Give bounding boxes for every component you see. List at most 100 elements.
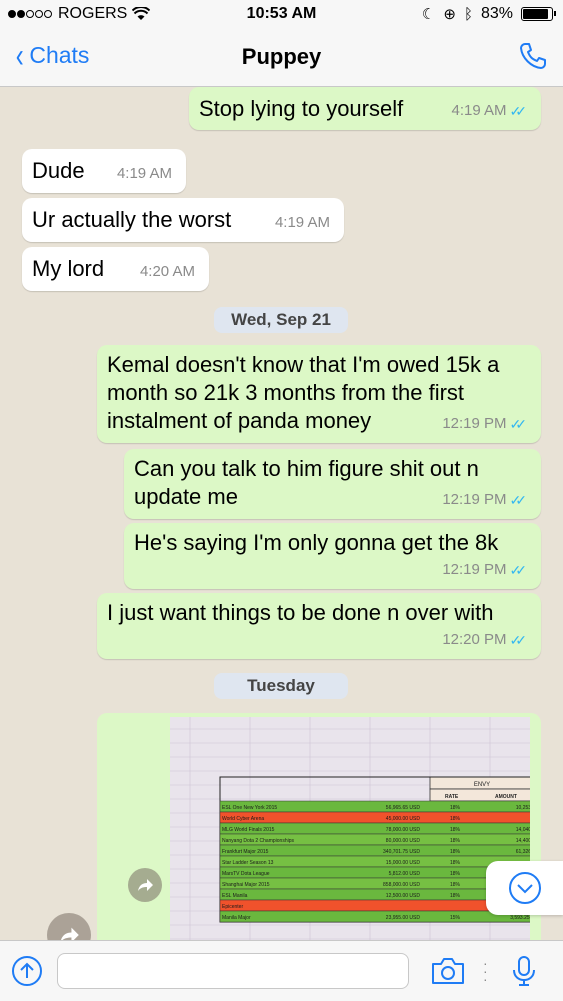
- sheet-cell: 61,326.31: [516, 849, 530, 855]
- sheet-cell: MarsTV Dota League: [222, 871, 270, 877]
- sheet-cell: Manila Major: [222, 915, 251, 921]
- share-arrow-icon: [138, 879, 153, 891]
- message-time: 12:19 PM: [442, 561, 507, 578]
- microphone-button[interactable]: [511, 955, 537, 992]
- message-bubble-outgoing[interactable]: He's saying I'm only gonna get the 8k 12…: [124, 523, 541, 589]
- forward-button[interactable]: [47, 913, 91, 940]
- message-text: I just want things to be done n over wit…: [107, 600, 494, 625]
- battery-percent: 83%: [480, 5, 513, 22]
- date-separator: Tuesday: [214, 673, 348, 699]
- status-bar: ROGERS 10:53 AM ☾ ⊕ ᛒ 83%: [0, 0, 563, 30]
- sheet-cell: 56,965.65 USD: [386, 805, 421, 811]
- sheet-cell: 18%: [450, 838, 461, 844]
- sheet-cell: 15%: [450, 915, 461, 921]
- message-time: 4:20 AM: [139, 263, 195, 280]
- sheet-row: [219, 888, 530, 901]
- message-bubble-outgoing[interactable]: Can you talk to him figure shit out n up…: [124, 449, 541, 519]
- spreadsheet-image: ENVY RATE AMOUNT ESL One New York 2015 56,96…: [170, 717, 530, 940]
- sheet-cell: 14,400.00: [516, 838, 530, 844]
- sheet-cell: Shanghai Major 2015: [222, 882, 270, 888]
- message-bubble-incoming[interactable]: Dude 4:19 AM: [22, 149, 186, 193]
- sheet-column-label: AMOUNT: [495, 794, 517, 800]
- sheet-cell: MLG World Finals 2015: [222, 827, 275, 833]
- sheet-cell: Star Ladder Season 13: [222, 860, 274, 866]
- camera-icon: [432, 958, 464, 984]
- sheet-cell: 340,701.75 USD: [383, 849, 420, 855]
- message-text: Dude: [32, 158, 85, 183]
- sheet-group-label: ENVY: [474, 782, 490, 788]
- message-text: My lord: [32, 256, 105, 281]
- spreadsheet-photo[interactable]: ENVY RATE AMOUNT ESL One New York 2015 56,96…: [170, 717, 530, 940]
- sheet-cell: 18%: [450, 827, 461, 833]
- read-receipt-icon: ✓✓: [509, 103, 528, 119]
- sheet-row: [219, 910, 530, 923]
- sheet-cell: 5,812.00 USD: [389, 871, 421, 877]
- message-bubble-incoming[interactable]: Ur actually the worst 4:19 AM: [22, 198, 344, 242]
- sheet-cell: 18%: [450, 871, 461, 877]
- camera-button[interactable]: [430, 956, 466, 991]
- battery-icon: [521, 7, 556, 21]
- message-time: 12:20 PM: [442, 631, 507, 648]
- message-text: Stop lying to yourself: [199, 96, 404, 121]
- read-receipt-icon: ✓✓: [509, 632, 528, 648]
- call-button[interactable]: [517, 40, 549, 77]
- sheet-cell: World Cyber Arena: [222, 816, 264, 822]
- sheet-cell: 45,000.00 USD: [386, 816, 421, 822]
- sheet-cell: 12,500.00 USD: [386, 893, 421, 899]
- sheet-row: [219, 811, 530, 824]
- message-time: 12:19 PM: [442, 415, 507, 432]
- attach-button[interactable]: [11, 955, 43, 992]
- sheet-cell: Nanyang Dota 2 Championships: [222, 838, 294, 844]
- more-options-icon[interactable]: · · ·: [483, 956, 488, 986]
- moon-icon: ☾: [421, 6, 436, 23]
- sheet-cell: Frankfurt Major 2015: [222, 849, 269, 855]
- message-time: 4:19 AM: [274, 214, 330, 231]
- sheet-cell: 78,000.00 USD: [386, 827, 421, 833]
- read-receipt-icon: ✓✓: [509, 416, 528, 432]
- date-separator: Wed, Sep 21: [214, 307, 348, 333]
- sheet-cell: 3,593.25 US: [510, 915, 530, 921]
- share-arrow-icon: [61, 927, 79, 940]
- sheet-cell: 10,253.82: [516, 805, 530, 811]
- message-time: 4:19 AM: [116, 165, 172, 182]
- sheet-cell: ESL Manila: [222, 893, 248, 899]
- phone-icon: [520, 43, 546, 69]
- message-list[interactable]: Stop lying to yourself 4:19 AM ✓✓ Dude 4:…: [0, 87, 563, 940]
- sheet-cell: 18%: [450, 860, 461, 866]
- message-bubble-outgoing[interactable]: Stop lying to yourself 4:19 AM ✓✓: [189, 87, 541, 130]
- message-time: 12:19 PM: [442, 491, 507, 508]
- sheet-cell: 858,000.00 USD: [383, 882, 420, 888]
- bluetooth-icon: ᛒ: [463, 5, 473, 23]
- sheet-row: [219, 899, 530, 912]
- chat-header: ‹ Chats Puppey: [0, 30, 563, 87]
- message-text: He's saying I'm only gonna get the 8k: [134, 530, 499, 555]
- sheet-cell: 18%: [450, 805, 461, 811]
- read-receipt-icon: ✓✓: [509, 492, 528, 508]
- chevron-down-icon: [508, 872, 541, 904]
- sheet-cell: 23,955.00 USD: [386, 915, 421, 921]
- sheet-cell: 18%: [450, 849, 461, 855]
- contact-name[interactable]: Puppey: [0, 44, 563, 70]
- upload-icon: [12, 956, 42, 986]
- message-bubble-incoming[interactable]: My lord 4:20 AM: [22, 247, 209, 291]
- sheet-cell: ESL One New York 2015: [222, 805, 277, 811]
- scroll-to-bottom-button[interactable]: [486, 861, 563, 915]
- message-text: Can you talk to him figure shit out n up…: [134, 456, 479, 509]
- rotation-lock-icon: ⊕: [443, 6, 456, 23]
- image-message[interactable]: ENVY RATE AMOUNT ESL One New York 2015 56,96…: [97, 713, 541, 940]
- microphone-icon: [513, 956, 535, 986]
- sheet-cell: 18%: [450, 882, 461, 888]
- message-bubble-outgoing[interactable]: I just want things to be done n over wit…: [97, 593, 541, 659]
- sheet-column-label: RATE: [445, 794, 459, 800]
- message-bubble-outgoing[interactable]: Kemal doesn't know that I'm owed 15k a m…: [97, 345, 541, 443]
- sheet-cell: 14,040.00: [516, 827, 530, 833]
- message-time: 4:19 AM: [451, 102, 507, 119]
- read-receipt-icon: ✓✓: [509, 562, 528, 578]
- message-text: Kemal doesn't know that I'm owed 15k a m…: [107, 352, 500, 433]
- forward-button[interactable]: [128, 868, 162, 902]
- sheet-cell: Epicenter: [222, 904, 243, 910]
- message-input[interactable]: [57, 953, 409, 989]
- message-text: Ur actually the worst: [32, 207, 232, 232]
- sheet-cell: 15,000.00 USD: [386, 860, 421, 866]
- sheet-cell: 18%: [450, 893, 461, 899]
